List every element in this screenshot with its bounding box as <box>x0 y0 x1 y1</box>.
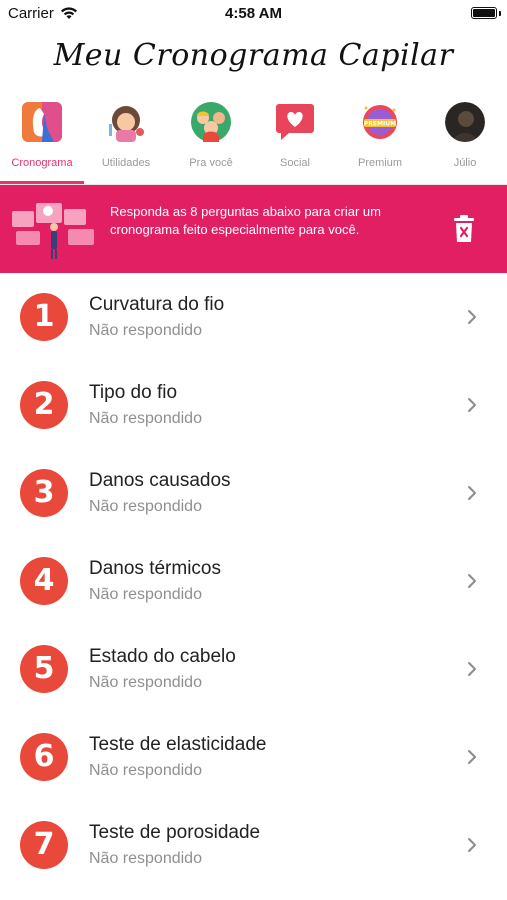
premium-badge-icon: PREMIUM <box>363 105 397 139</box>
chevron-right-icon <box>468 574 476 588</box>
question-title: Danos térmicos <box>89 558 221 579</box>
tab-julio[interactable]: Júlio <box>423 98 507 182</box>
list-item[interactable]: 7 Teste de porosidade Não respondido <box>0 801 507 889</box>
app-title: Meu Cronograma Capilar <box>53 38 454 73</box>
chevron-right-icon <box>468 398 476 412</box>
list-item[interactable]: 3 Danos causados Não respondido <box>0 449 507 537</box>
tab-pra-voce[interactable]: Pra você <box>169 98 253 182</box>
number-badge: 7 <box>20 821 68 869</box>
chevron-right-icon <box>468 750 476 764</box>
tab-label: Utilidades <box>101 157 151 169</box>
tab-label: Pra você <box>189 157 233 169</box>
tab-bar: Cronograma Utilidades Pra você Social PR… <box>0 98 507 182</box>
tab-label: Cronograma <box>11 157 73 169</box>
status-bar: Carrier 4:58 AM <box>0 0 507 28</box>
chevron-right-icon <box>468 310 476 324</box>
pra-voce-icon <box>191 102 231 142</box>
banner-illustration <box>12 203 94 259</box>
question-status: Não respondido <box>89 498 202 515</box>
status-time: 4:58 AM <box>225 5 282 22</box>
list-item[interactable]: 6 Teste de elasticidade Não respondido <box>0 713 507 801</box>
question-status: Não respondido <box>89 410 202 427</box>
chevron-right-icon <box>468 662 476 676</box>
banner-text: Responda as 8 perguntas abaixo para cria… <box>110 204 381 237</box>
number-badge: 5 <box>20 645 68 693</box>
question-status: Não respondido <box>89 850 202 867</box>
question-title: Curvatura do fio <box>89 294 225 315</box>
question-title: Teste de porosidade <box>89 822 261 843</box>
question-title: Tipo do fio <box>89 382 178 403</box>
question-status: Não respondido <box>89 322 202 339</box>
list-item[interactable]: 1 Curvatura do fio Não respondido <box>0 273 507 361</box>
chevron-right-icon <box>468 486 476 500</box>
number-badge: 2 <box>20 381 68 429</box>
question-title: Danos causados <box>89 470 231 491</box>
cronograma-icon <box>22 102 62 142</box>
social-heart-icon <box>276 104 314 140</box>
question-title: Estado do cabelo <box>89 646 236 667</box>
svg-text:PREMIUM: PREMIUM <box>364 121 396 128</box>
question-status: Não respondido <box>89 762 202 779</box>
avatar <box>445 102 485 142</box>
list-item[interactable]: 5 Estado do cabelo Não respondido <box>0 625 507 713</box>
trash-icon[interactable] <box>452 215 476 243</box>
info-banner: Responda as 8 perguntas abaixo para cria… <box>0 185 507 273</box>
number-badge: 6 <box>20 733 68 781</box>
tab-label: Social <box>280 157 310 169</box>
number-badge: 4 <box>20 557 68 605</box>
list-item[interactable]: 2 Tipo do fio Não respondido <box>0 361 507 449</box>
utilidades-icon <box>109 106 144 142</box>
question-status: Não respondido <box>89 586 202 603</box>
tab-social[interactable]: Social <box>253 98 337 182</box>
tab-utilidades[interactable]: Utilidades <box>84 98 168 182</box>
question-title: Teste de elasticidade <box>89 734 267 755</box>
chevron-right-icon <box>468 838 476 852</box>
question-status: Não respondido <box>89 674 202 691</box>
tab-cronograma[interactable]: Cronograma <box>0 98 84 182</box>
battery-icon <box>471 7 501 19</box>
tab-label: Premium <box>357 157 402 169</box>
number-badge: 1 <box>20 293 68 341</box>
number-badge: 3 <box>20 469 68 517</box>
tab-label: Júlio <box>453 157 477 169</box>
list-item[interactable]: 4 Danos térmicos Não respondido <box>0 537 507 625</box>
tab-premium[interactable]: PREMIUM Premium <box>338 98 422 182</box>
